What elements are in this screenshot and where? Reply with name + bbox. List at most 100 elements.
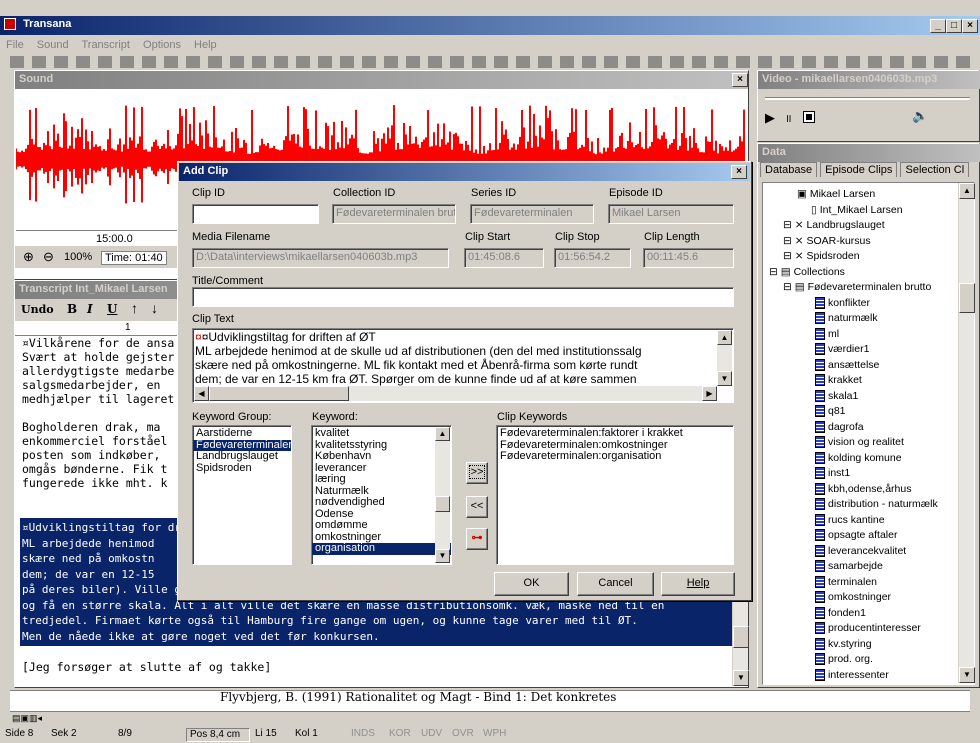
clip-node[interactable]: terminalen (763, 575, 974, 591)
clip-node[interactable]: kbh,odense,århus (763, 482, 974, 498)
clip-node[interactable]: dagrofa (763, 420, 974, 436)
keyword-group-item[interactable]: Spidsroden (193, 462, 291, 475)
clip-node[interactable]: ml (763, 327, 974, 343)
volume-icon[interactable]: 🔈 (912, 108, 928, 124)
clip-text-hthumb[interactable] (209, 386, 349, 401)
clip-node[interactable]: producentinteresser (763, 621, 974, 637)
cancel-button[interactable]: Cancel (577, 572, 654, 596)
clip-node[interactable]: interessenter (763, 668, 974, 684)
data-scroll-down-icon[interactable]: ▼ (959, 667, 975, 683)
keyword-item[interactable]: nødvendighed (312, 496, 451, 509)
clip-node[interactable]: kolding komune (763, 451, 974, 467)
maximize-icon[interactable]: □ (946, 19, 962, 33)
series-id-field[interactable]: Fødevareterminalen (470, 204, 594, 224)
media-filename-field[interactable]: D:\Data\interviews\mikaellarsen040603b.m… (192, 248, 449, 268)
clip-text-scroll-right-icon[interactable]: ▶ (702, 386, 717, 401)
title-comment-field[interactable] (192, 287, 734, 307)
transcript-text-top[interactable]: ¤Vilkårene for de ansa Svært at holde ge… (22, 336, 178, 490)
clip-keyword-item[interactable]: Fødevareterminalen:faktorer i krakket (497, 427, 733, 440)
tree-node[interactable]: ⊟ ▤ Fødevareterminalen brutto (763, 280, 974, 296)
tab-database[interactable]: Database (760, 162, 818, 177)
up-arrow-icon[interactable]: ↑ (131, 300, 138, 316)
keyword-scrollbar[interactable]: ▲ ▼ (435, 427, 450, 563)
clip-node[interactable]: prod. org. (763, 652, 974, 668)
clip-stop-field[interactable]: 01:56:54.2 (554, 248, 631, 268)
keyword-group-item[interactable]: Aarstiderne (193, 427, 291, 440)
view-normal-icon[interactable]: ▤▣▥◂ (12, 713, 42, 724)
menu-file[interactable]: File (6, 39, 24, 51)
data-scroll-up-icon[interactable]: ▲ (959, 183, 975, 199)
bold-button[interactable]: B (67, 302, 77, 316)
clip-node[interactable]: opsagte aftaler (763, 528, 974, 544)
clip-node[interactable]: leverancekvalitet (763, 544, 974, 560)
menu-transcript[interactable]: Transcript (81, 39, 130, 51)
keyword-group-item[interactable]: Landbrugslauget (193, 450, 291, 463)
data-scrollbar[interactable]: ▲ ▼ (958, 183, 975, 683)
play-icon[interactable]: ▶ (765, 110, 775, 126)
clip-id-field[interactable] (192, 204, 319, 224)
clip-keyword-item[interactable]: Fødevareterminalen:organisation (497, 450, 733, 463)
pause-icon[interactable]: ॥ (785, 111, 792, 126)
data-scroll-thumb[interactable] (959, 283, 975, 313)
keyword-list[interactable]: kvalitet kvalitetsstyring København leveran… (311, 425, 452, 565)
clip-node[interactable]: krakket (763, 373, 974, 389)
clip-keywords-list[interactable]: Fødevareterminalen:faktorer i krakket Fød… (496, 425, 734, 565)
clip-text-scroll-down-icon[interactable]: ▼ (717, 371, 732, 386)
menu-sound[interactable]: Sound (37, 39, 69, 51)
sound-close-icon[interactable]: × (732, 73, 748, 87)
clip-text-scroll-left-icon[interactable]: ◀ (194, 386, 209, 401)
keyword-item[interactable]: organisation (312, 542, 451, 555)
clip-node[interactable]: vision og realitet (763, 435, 974, 451)
clip-length-field[interactable]: 00:11:45.6 (643, 248, 734, 268)
collection-id-field[interactable]: Fødevareterminalen brutto (332, 204, 456, 224)
keyword-scroll-up-icon[interactable]: ▲ (435, 427, 450, 441)
episode-id-field[interactable]: Mikael Larsen (608, 204, 734, 224)
clip-node[interactable]: fonden1 (763, 606, 974, 622)
clip-node[interactable]: rucs kantine (763, 513, 974, 529)
ok-button[interactable]: OK (494, 572, 569, 596)
keyword-group-list[interactable]: Aarstiderne Fødevareterminalen Landbrugsla… (192, 425, 292, 565)
keyword-scroll-thumb[interactable] (435, 496, 450, 512)
tree-node[interactable]: ⊟ ⨯ Spidsroden (763, 249, 974, 265)
underline-button[interactable]: U (107, 302, 117, 316)
tree-node[interactable]: ▯ Int_Mikael Larsen (763, 203, 974, 219)
italic-button[interactable]: I (87, 302, 93, 316)
add-keyword-button[interactable]: >> (466, 462, 488, 484)
clip-node[interactable]: skala1 (763, 389, 974, 405)
minimize-icon[interactable]: _ (930, 19, 946, 33)
dialog-close-icon[interactable]: × (731, 165, 747, 179)
remove-keyword-button[interactable]: << (466, 496, 488, 518)
clip-node[interactable]: naturmælk (763, 311, 974, 327)
clip-node[interactable]: værdier1 (763, 342, 974, 358)
down-arrow-icon[interactable]: ↓ (151, 300, 158, 316)
clip-node[interactable]: inst1 (763, 466, 974, 482)
zoom-out-icon[interactable]: ⊖ (43, 249, 54, 265)
tree-node[interactable]: ⊟ ⨯ SOAR-kursus (763, 234, 974, 250)
clip-node[interactable]: kv.styring (763, 637, 974, 653)
keyword-item[interactable]: kvalitet (312, 427, 451, 440)
tab-selection-clips[interactable]: Selection Cl (900, 162, 970, 177)
video-position-slider[interactable] (765, 97, 970, 100)
keyword-scroll-down-icon[interactable]: ▼ (435, 549, 450, 563)
clip-node[interactable]: distribution - naturmælk (763, 497, 974, 513)
clip-node[interactable]: omkostninger (763, 590, 974, 606)
clip-text-scroll-up-icon[interactable]: ▲ (717, 330, 732, 345)
scroll-down-icon[interactable]: ▼ (733, 670, 749, 686)
clip-node[interactable]: konflikter (763, 296, 974, 312)
tree-node[interactable]: ▣ Mikael Larsen (763, 187, 974, 203)
stop-icon[interactable] (803, 111, 815, 123)
zoom-in-icon[interactable]: ⊕ (23, 249, 34, 265)
clip-node[interactable]: q81 (763, 404, 974, 420)
clip-text-vscroll[interactable]: ▲ ▼ (717, 330, 732, 386)
clip-node[interactable]: samarbejde (763, 559, 974, 575)
keyword-item[interactable]: omdømme (312, 519, 451, 532)
clip-node[interactable]: ansættelse (763, 358, 974, 374)
clip-start-field[interactable]: 01:45:08.6 (464, 248, 544, 268)
keyword-item[interactable]: læring (312, 473, 451, 486)
tree-node[interactable]: ⊟ ⨯ Landbrugslauget (763, 218, 974, 234)
menu-options[interactable]: Options (143, 39, 181, 51)
help-button[interactable]: Help (661, 572, 735, 596)
undo-button[interactable]: Undo (21, 303, 54, 316)
key-icon[interactable]: ⊶ (466, 528, 488, 550)
clip-text-hscroll[interactable]: ◀ ▶ (194, 386, 717, 401)
